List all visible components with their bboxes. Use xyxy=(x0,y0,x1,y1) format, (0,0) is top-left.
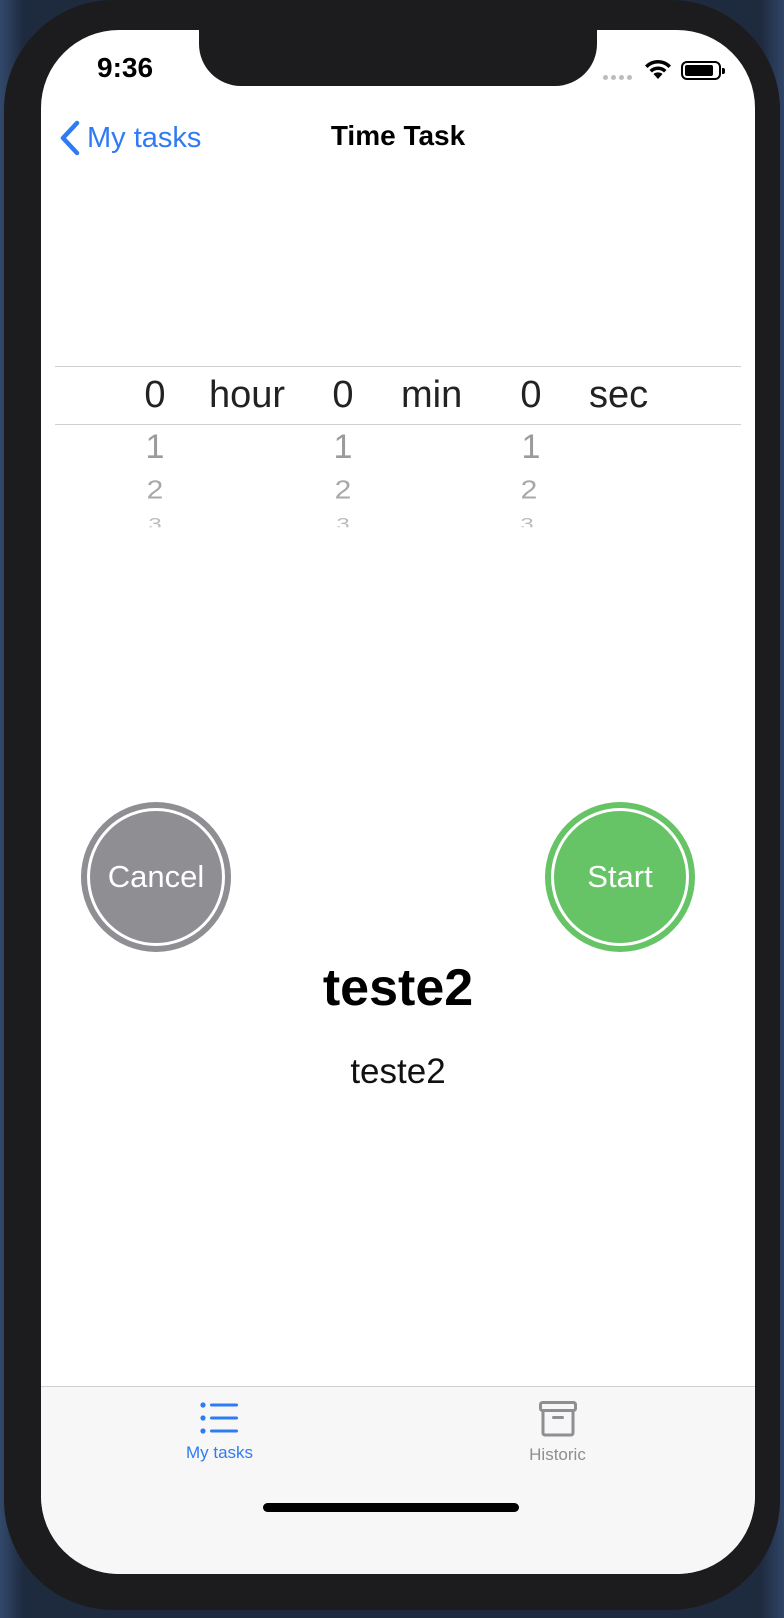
chevron-left-icon xyxy=(60,120,80,156)
hour-selected-value[interactable]: 0 xyxy=(125,374,185,417)
tab-my-tasks[interactable]: My tasks xyxy=(41,1387,398,1497)
second-option[interactable]: 1 xyxy=(501,428,561,467)
tab-bar: My tasks Historic xyxy=(41,1386,755,1574)
home-indicator xyxy=(263,1503,519,1512)
second-selected-value[interactable]: 0 xyxy=(501,374,561,417)
minute-unit-label: min xyxy=(401,374,463,416)
hour-unit-label: hour xyxy=(209,374,286,416)
cancel-button-label: Cancel xyxy=(87,808,225,946)
device-notch xyxy=(199,30,597,86)
archive-box-icon xyxy=(538,1401,577,1437)
app-screen: 9:36 My tasks Time Task 0 hour 1 2 3 0 m… xyxy=(41,30,755,1574)
second-option[interactable]: 2 xyxy=(499,477,559,506)
tab-my-tasks-label: My tasks xyxy=(185,1443,254,1462)
back-button-label: My tasks xyxy=(87,121,202,154)
phone-frame: 9:36 My tasks Time Task 0 hour 1 2 3 0 m… xyxy=(4,0,780,1610)
duration-picker[interactable]: 0 hour 1 2 3 0 min 1 2 3 0 sec 1 2 3 xyxy=(55,366,741,546)
tab-historic-label: Historic xyxy=(529,1445,586,1464)
task-description: teste2 xyxy=(350,1052,446,1091)
hour-option[interactable]: 1 xyxy=(125,428,185,467)
list-icon xyxy=(199,1402,238,1434)
wifi-icon xyxy=(645,59,671,79)
tab-historic[interactable]: Historic xyxy=(379,1387,736,1497)
cellular-signal-icon xyxy=(603,75,632,80)
picker-selection-bottom-line xyxy=(55,424,741,425)
navigation-bar: My tasks Time Task xyxy=(41,112,755,172)
start-button[interactable]: Start xyxy=(545,802,695,952)
picker-selection-top-line xyxy=(55,366,741,367)
back-button[interactable]: My tasks xyxy=(59,120,201,156)
minute-option[interactable]: 2 xyxy=(313,477,373,506)
battery-icon xyxy=(681,61,725,80)
status-time: 9:36 xyxy=(97,52,154,83)
minute-option[interactable]: 1 xyxy=(313,428,373,467)
hour-option[interactable]: 2 xyxy=(125,477,185,506)
hour-option[interactable]: 3 xyxy=(125,515,185,528)
minute-selected-value[interactable]: 0 xyxy=(313,374,373,417)
second-option[interactable]: 3 xyxy=(497,515,557,528)
second-unit-label: sec xyxy=(589,374,649,416)
cancel-button[interactable]: Cancel xyxy=(81,802,231,952)
task-title: teste2 xyxy=(322,959,474,1017)
start-button-label: Start xyxy=(551,808,689,946)
minute-option[interactable]: 3 xyxy=(313,515,373,528)
